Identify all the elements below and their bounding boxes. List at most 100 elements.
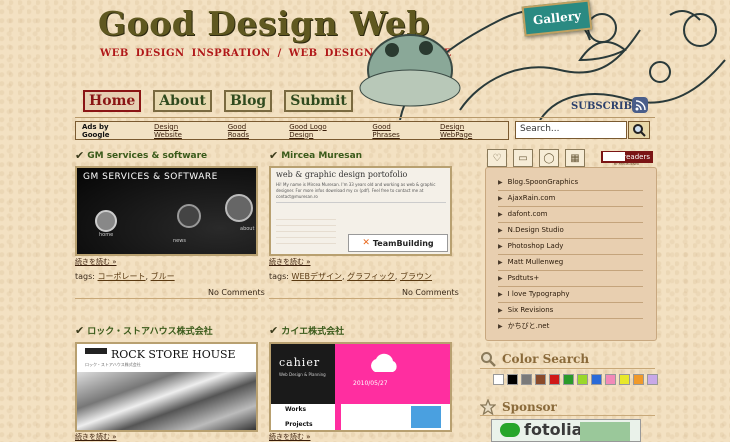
thumb-heading: ROCK STORE HOUSE: [111, 348, 236, 361]
readers-count-box: [603, 152, 625, 161]
color-swatch[interactable]: [591, 374, 602, 385]
color-swatch[interactable]: [605, 374, 616, 385]
post-card: ✔ ロック・ストアハウス株式会社: [75, 324, 258, 337]
color-swatch[interactable]: [535, 374, 546, 385]
color-search-heading: Color Search: [480, 351, 589, 367]
ad-link[interactable]: Design Website: [154, 123, 208, 139]
post-title[interactable]: ✔ GM services & software: [75, 149, 258, 162]
nav-about[interactable]: About: [153, 90, 212, 112]
sponsor-title: Sponsor: [502, 400, 557, 414]
x-icon: ✕: [362, 238, 370, 248]
post-tags: tags: コーポレート, ブルー: [75, 272, 175, 281]
sponsor-divider: [480, 415, 655, 416]
thumb-sub: Web Design & Planning: [279, 372, 326, 377]
color-swatch[interactable]: [549, 374, 560, 385]
arrow-right-icon: ▶: [498, 323, 503, 330]
blogroll-item[interactable]: ▶ Matt Mullenweg: [498, 255, 643, 271]
read-more-link[interactable]: 続きを読む »: [269, 432, 311, 442]
post-title[interactable]: ✔ カイエ株式会社: [269, 324, 452, 337]
post-thumbnail[interactable]: GM SERVICES & SOFTWARE home news about: [75, 166, 258, 256]
ad-link[interactable]: Design WebPage: [440, 123, 498, 139]
comment-icon[interactable]: ◯: [539, 149, 559, 167]
post-thumbnail[interactable]: ROCK STORE HOUSE ロック・ストアハウス株式会社: [75, 342, 258, 432]
thumb-lines: [276, 214, 336, 244]
calendar-icon[interactable]: ▦: [565, 149, 585, 167]
tag-link[interactable]: ブルー: [151, 272, 175, 281]
post-thumbnail[interactable]: cahier Web Design & Planning 2010/05/27 …: [269, 342, 452, 432]
color-search-divider: [480, 368, 655, 369]
sidebar-tabs: ♡ ▭ ◯ ▦: [487, 149, 585, 167]
ads-bar: Ads by Google Design Website Good Roads …: [75, 121, 509, 140]
check-icon: ✔: [75, 149, 85, 162]
blogroll-item[interactable]: ▶ Photoshop Lady: [498, 239, 643, 255]
search-input[interactable]: Search...: [515, 121, 627, 139]
color-swatch[interactable]: [633, 374, 644, 385]
check-icon: ✔: [269, 324, 279, 337]
ad-link[interactable]: Good Logo Design: [289, 123, 352, 139]
tag-link[interactable]: コーポレート: [98, 272, 146, 281]
nav-home[interactable]: Home: [83, 90, 142, 112]
color-swatch[interactable]: [521, 374, 532, 385]
fotolia-logo: [500, 423, 520, 437]
post-title[interactable]: ✔ ロック・ストアハウス株式会社: [75, 324, 258, 337]
thumb-rule: [276, 202, 446, 203]
blogroll-item[interactable]: ▶ Six Revisions: [498, 303, 643, 319]
color-swatch[interactable]: [647, 374, 658, 385]
color-swatch[interactable]: [619, 374, 630, 385]
blogroll-item[interactable]: ▶ I love Typography: [498, 287, 643, 303]
blogroll-panel: ▶ Blog.SpoonGraphics ▶ AjaxRain.com ▶ dafon…: [485, 167, 657, 341]
blogroll-item[interactable]: ▶ dafont.com: [498, 207, 643, 223]
read-more-link[interactable]: 続きを読む »: [269, 257, 311, 267]
arrow-right-icon: ▶: [498, 243, 503, 250]
thumb-heading: web & graphic design portofolio: [276, 170, 408, 179]
heart-icon[interactable]: ♡: [487, 149, 507, 167]
arrow-right-icon: ▶: [498, 195, 503, 202]
comments-count[interactable]: No Comments: [402, 288, 459, 297]
sponsor-heading: Sponsor: [480, 399, 557, 415]
thumb-heading: GM SERVICES & SOFTWARE: [83, 172, 218, 182]
color-swatch[interactable]: [577, 374, 588, 385]
blogroll-item[interactable]: ▶ Psdtuts+: [498, 271, 643, 287]
color-swatch[interactable]: [563, 374, 574, 385]
post-title-text[interactable]: ロック・ストアハウス株式会社: [87, 324, 212, 337]
star-icon: [480, 399, 496, 415]
post-title-text[interactable]: カイエ株式会社: [281, 324, 344, 337]
check-icon: ✔: [75, 324, 85, 337]
thumb-heading: cahier: [279, 356, 321, 369]
ad-link[interactable]: Good Roads: [228, 123, 269, 139]
main-nav: Home About Blog Submit: [83, 90, 353, 112]
blogroll-item[interactable]: ▶ かちびと.net: [498, 319, 643, 334]
read-more-link[interactable]: 続きを読む »: [75, 257, 117, 267]
post-thumbnail[interactable]: web & graphic design portofolio Hi! My n…: [269, 166, 452, 256]
color-swatch[interactable]: [493, 374, 504, 385]
thumb-label: home: [99, 232, 114, 238]
readers-label: readers: [623, 153, 650, 161]
tag-link[interactable]: グラフィック: [347, 272, 395, 281]
folder-icon[interactable]: ▭: [513, 149, 533, 167]
blogroll-item[interactable]: ▶ Blog.SpoonGraphics: [498, 175, 643, 191]
cloud-icon: [371, 353, 397, 372]
tag-link[interactable]: WEBデザイン: [292, 272, 342, 281]
post-title[interactable]: ✔ Mircea Muresan: [269, 149, 452, 162]
ad-link[interactable]: Good Phrases: [372, 123, 420, 139]
blogroll-item[interactable]: ▶ AjaxRain.com: [498, 191, 643, 207]
tag-link[interactable]: ブラウン: [400, 272, 432, 281]
sponsor-banner[interactable]: fotolia: [491, 419, 641, 442]
thumb-label: about: [240, 226, 255, 232]
read-more-link[interactable]: 続きを読む »: [75, 432, 117, 442]
comments-count[interactable]: No Comments: [208, 288, 265, 297]
nav-blog[interactable]: Blog: [223, 90, 273, 112]
header-divider: [75, 117, 655, 118]
post-tags: tags: WEBデザイン, グラフィック, ブラウン: [269, 272, 433, 281]
post-title-text[interactable]: GM services & software: [87, 151, 207, 161]
post-divider: [269, 298, 452, 299]
rss-icon[interactable]: [632, 97, 648, 113]
nav-submit[interactable]: Submit: [284, 90, 353, 112]
post-title-text[interactable]: Mircea Muresan: [281, 151, 362, 161]
subscribe-link[interactable]: SUBSCRIBE: [571, 101, 640, 112]
search-button[interactable]: [628, 121, 650, 139]
arrow-right-icon: ▶: [498, 211, 503, 218]
blogroll-item[interactable]: ▶ N.Design Studio: [498, 223, 643, 239]
arrow-right-icon: ▶: [498, 259, 503, 266]
color-swatch[interactable]: [507, 374, 518, 385]
